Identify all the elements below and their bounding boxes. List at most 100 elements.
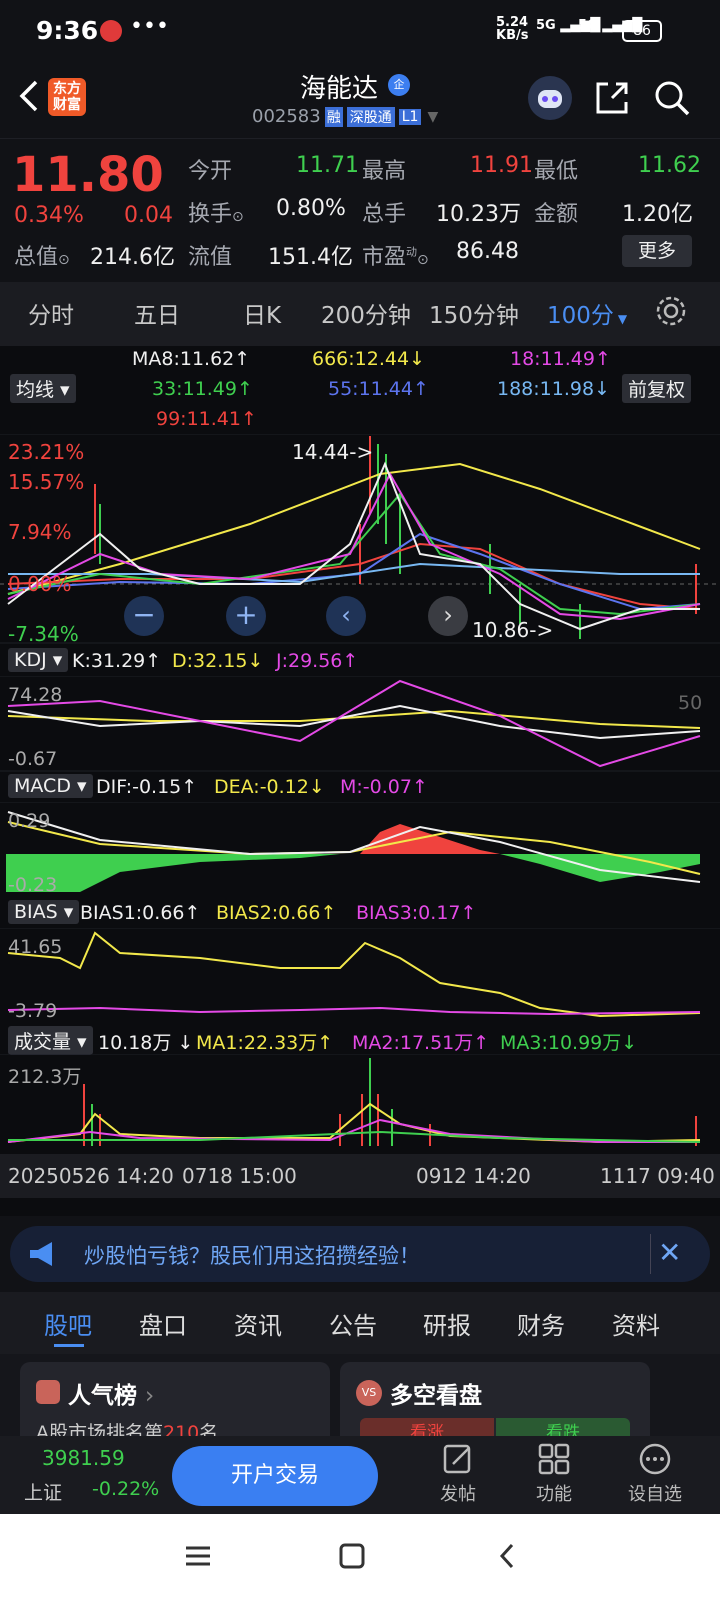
ma666-label: 666:12.44↓ <box>312 348 425 370</box>
system-back-icon[interactable] <box>494 1542 522 1570</box>
network-speed: 5.24 KB/s <box>496 15 529 43</box>
kdj-selector[interactable]: KDJ ▾ <box>8 648 69 672</box>
function-button[interactable]: 功能 <box>524 1442 584 1512</box>
open-value: 11.71 <box>296 153 359 178</box>
bias3-label: BIAS3:0.17↑ <box>356 902 477 924</box>
volume-value-label: 10.18万 ↓ <box>98 1032 194 1054</box>
index-value[interactable]: 3981.59 <box>42 1446 125 1470</box>
tab-100min[interactable]: 100分 ▼ <box>547 296 627 330</box>
tab-daily-k[interactable]: 日K <box>243 296 281 330</box>
tab-guba[interactable]: 股吧 <box>44 1306 92 1341</box>
notification-icon <box>100 20 122 42</box>
popularity-title: 人气榜 › <box>68 1383 155 1409</box>
ma8-label: MA8:11.62↑ <box>132 348 251 370</box>
enterprise-icon: 企 <box>388 74 410 96</box>
share-icon[interactable] <box>592 78 632 118</box>
tab-five-day[interactable]: 五日 <box>134 296 180 330</box>
zoom-out-button[interactable]: − <box>124 596 164 636</box>
volume-selector[interactable]: 成交量 ▾ <box>8 1026 93 1055</box>
search-icon[interactable] <box>652 78 692 118</box>
level-tag: L1 <box>398 108 422 125</box>
tab-finance[interactable]: 财务 <box>517 1306 565 1341</box>
axis-third-label: 7.94% <box>8 520 72 544</box>
robot-assistant-icon[interactable] <box>528 76 572 120</box>
amount-label: 金额 <box>534 202 579 227</box>
tab-profile[interactable]: 资料 <box>612 1306 660 1341</box>
high-value: 11.91 <box>470 153 533 178</box>
change-amount: 0.04 <box>124 203 173 228</box>
index-change[interactable]: -0.22% <box>92 1478 159 1500</box>
megaphone-icon <box>26 1240 66 1268</box>
tab-research[interactable]: 研报 <box>423 1306 471 1341</box>
tab-announcements[interactable]: 公告 <box>329 1306 377 1341</box>
tab-pankou[interactable]: 盘口 <box>139 1306 187 1341</box>
macd-bottom-label: -0.23 <box>8 874 58 896</box>
macd-top-label: 0.29 <box>8 810 51 832</box>
pan-right-button[interactable]: › <box>428 596 468 636</box>
volume-chart <box>0 1054 720 1146</box>
bottom-action-bar: 3981.59 上证 -0.22% 开户交易 发帖 功能 设自选 <box>0 1436 720 1514</box>
brand-logo: 东方 财富 <box>48 78 86 116</box>
ma188-label: 188:11.98↓ <box>497 378 610 400</box>
volume-value: 10.23万 <box>436 202 521 227</box>
pe-value: 86.48 <box>456 239 519 264</box>
macd-m-label: M:-0.07↑ <box>340 776 428 798</box>
turnover-value: 0.80% <box>276 196 346 221</box>
add-watchlist-button[interactable]: 设自选 <box>620 1442 690 1512</box>
close-icon[interactable]: ✕ <box>658 1236 681 1269</box>
open-account-button[interactable]: 开户交易 <box>172 1446 378 1506</box>
ma99-label: 99:11.41↑ <box>156 408 257 430</box>
back-button[interactable] <box>14 74 44 118</box>
bearish-button[interactable]: 看跌 <box>496 1418 630 1436</box>
section-tabs: 股吧 盘口 资讯 公告 研报 财务 资料 <box>0 1292 720 1354</box>
low-label: 最低 <box>534 159 579 184</box>
tab-news[interactable]: 资讯 <box>234 1306 282 1341</box>
tab-intraday[interactable]: 分时 <box>28 296 74 330</box>
post-button[interactable]: 发帖 <box>428 1442 488 1512</box>
candles <box>94 436 697 639</box>
ma33-label: 33:11.49↑ <box>152 378 253 400</box>
float-value: 151.4亿 <box>268 245 353 270</box>
chevron-down-icon[interactable]: ▼ <box>427 109 438 125</box>
period-tabs: 分时 五日 日K 200分钟 150分钟 100分 ▼ <box>0 282 720 346</box>
float-label: 流值 <box>188 245 233 270</box>
tab-150min[interactable]: 150分钟 <box>429 296 519 330</box>
index-name[interactable]: 上证 <box>24 1478 62 1505</box>
current-price: 11.80 <box>12 147 164 203</box>
volume-ma1-label: MA1:22.33万↑ <box>196 1032 334 1054</box>
more-notifications-icon: ••• <box>130 14 169 39</box>
bullish-button[interactable]: 看涨 <box>360 1418 494 1436</box>
macd-chart <box>0 802 720 892</box>
turnover-label: 换手⊙ <box>188 202 244 227</box>
time-label-1: 20250526 14:20 <box>8 1164 174 1188</box>
time-label-4: 1117 09:40 <box>600 1164 715 1188</box>
feature-cards: 人气榜 › A股市场排名第210名 VS 多空看盘 看涨 看跌 <box>0 1354 720 1436</box>
ma-selector[interactable]: 均线 ▾ <box>10 374 76 403</box>
volume-top-label: 212.3万 <box>8 1066 82 1088</box>
edit-icon <box>443 1444 471 1474</box>
time-label-2: 0718 15:00 <box>182 1164 297 1188</box>
banner-divider <box>650 1234 651 1274</box>
recent-apps-icon[interactable] <box>184 1542 212 1570</box>
bias-selector[interactable]: BIAS ▾ <box>8 900 80 924</box>
adjust-selector[interactable]: 前复权 <box>622 374 692 403</box>
bias1-label: BIAS1:0.66↑ <box>80 902 201 924</box>
promo-banner[interactable]: 炒股怕亏钱？股民们用这招攒经验！ ✕ <box>10 1226 710 1282</box>
tab-200min[interactable]: 200分钟 <box>321 296 411 330</box>
mktcap-value: 214.6亿 <box>90 245 175 270</box>
quote-panel: 11.80 0.34% 0.04 总值⊙ 214.6亿 今开 11.71 最高 … <box>0 138 720 282</box>
home-icon[interactable] <box>338 1542 366 1570</box>
macd-selector[interactable]: MACD ▾ <box>8 774 93 798</box>
battery-icon: 86 <box>622 20 662 42</box>
amount-value: 1.20亿 <box>622 202 693 227</box>
pan-left-button[interactable]: ‹ <box>326 596 366 636</box>
stock-name: 海能达 <box>300 74 379 104</box>
more-button[interactable]: 更多 <box>622 235 692 267</box>
time-label-3: 0912 14:20 <box>416 1164 531 1188</box>
kdj-mid-label: 50 <box>678 692 703 714</box>
system-navigation-bar <box>0 1514 720 1600</box>
zoom-in-button[interactable]: + <box>226 596 266 636</box>
popularity-card[interactable]: 人气榜 › A股市场排名第210名 <box>20 1362 330 1436</box>
settings-gear-icon[interactable] <box>654 294 688 328</box>
bull-bear-card[interactable]: VS 多空看盘 看涨 看跌 <box>340 1362 650 1436</box>
